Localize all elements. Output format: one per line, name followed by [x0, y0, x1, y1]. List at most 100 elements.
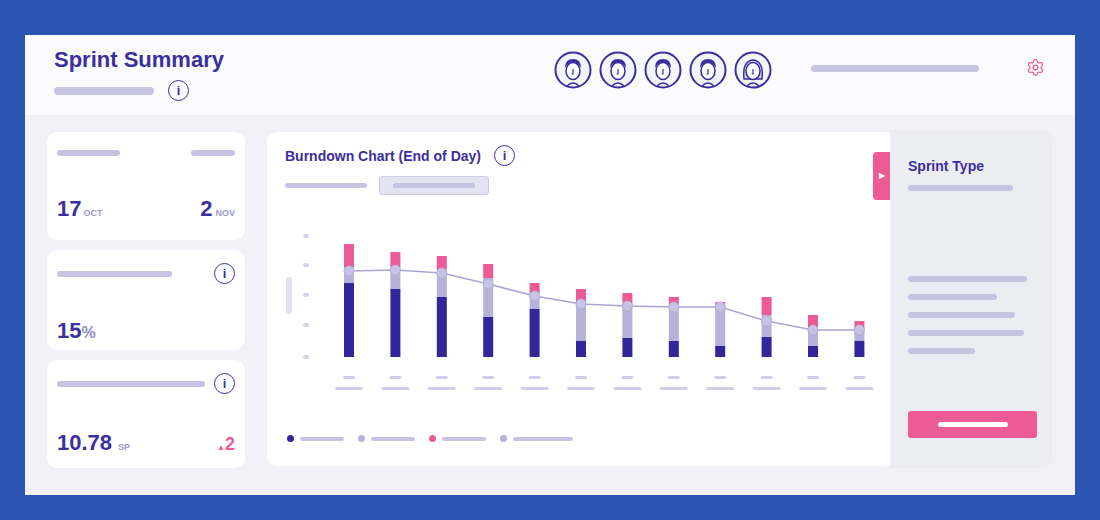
x-tick — [668, 376, 680, 379]
panel-toggle[interactable]: ▶ — [873, 152, 890, 200]
bar-segment[interactable] — [390, 289, 400, 357]
bar-segment[interactable] — [715, 346, 725, 357]
bar-stack[interactable] — [521, 283, 549, 390]
placeholder-bar — [908, 185, 1013, 191]
x-tick — [521, 387, 549, 390]
x-tick — [799, 387, 827, 390]
x-tick — [436, 376, 448, 379]
bar-stack[interactable] — [753, 297, 781, 390]
line-point[interactable] — [344, 266, 354, 276]
end-day: 2 — [200, 192, 212, 225]
side-panel: ▶Sprint Type — [890, 130, 1052, 468]
start-day: 17 — [57, 192, 81, 225]
line-point[interactable] — [715, 302, 725, 312]
page-title: Sprint Summary — [54, 46, 554, 74]
chart-legend — [285, 435, 890, 442]
legend-item[interactable] — [358, 435, 415, 442]
bar-stack[interactable] — [845, 321, 873, 390]
bar-stack[interactable] — [335, 244, 363, 390]
dashboard: Sprint Summaryi17OCT2NOVi15%i10.78SP▲2Bu… — [25, 35, 1075, 495]
line-point[interactable] — [390, 265, 400, 275]
bar-segment[interactable] — [483, 278, 493, 317]
bar-segment[interactable] — [854, 341, 864, 357]
gear-icon[interactable] — [1026, 58, 1045, 77]
info-icon[interactable]: i — [214, 263, 235, 284]
info-icon[interactable]: i — [168, 80, 189, 101]
bar-stack[interactable] — [474, 264, 502, 390]
x-tick — [621, 376, 633, 379]
line-point[interactable] — [530, 291, 540, 301]
y-axis-label — [286, 277, 292, 314]
bar-segment[interactable] — [622, 338, 632, 357]
line-point[interactable] — [483, 279, 493, 289]
side-panel-title: Sprint Type — [908, 157, 1052, 175]
legend-item[interactable] — [429, 435, 486, 442]
line-point[interactable] — [854, 325, 864, 335]
avatar-icon[interactable] — [554, 51, 592, 89]
bar-segment[interactable] — [762, 315, 772, 337]
bar-segment[interactable] — [530, 309, 540, 357]
y-tick — [303, 355, 309, 359]
y-tick — [303, 234, 309, 238]
bar-segment[interactable] — [437, 297, 447, 357]
x-tick — [482, 376, 494, 379]
bar-stack[interactable] — [706, 302, 734, 390]
bar-segment[interactable] — [344, 283, 354, 357]
legend-label — [513, 437, 573, 441]
bar-segment[interactable] — [762, 297, 772, 315]
chart-tab[interactable] — [379, 176, 489, 195]
chart-card: Burndown Chart (End of Day)i — [267, 132, 890, 466]
bar-segment[interactable] — [762, 337, 772, 357]
avatar-icon[interactable] — [734, 51, 772, 89]
x-tick — [761, 376, 773, 379]
x-tick — [845, 387, 873, 390]
bar-segment[interactable] — [344, 267, 354, 283]
placeholder-bar — [908, 330, 1024, 336]
bar-stack[interactable] — [660, 297, 688, 390]
chart-tab[interactable] — [285, 176, 367, 195]
bar-segment[interactable] — [669, 341, 679, 357]
side-panel-button[interactable] — [908, 411, 1037, 438]
x-tick — [575, 376, 587, 379]
line-point[interactable] — [808, 325, 818, 335]
bar-stack[interactable] — [381, 252, 409, 390]
avatar-icon[interactable] — [599, 51, 637, 89]
legend-item[interactable] — [287, 435, 344, 442]
bar-stack[interactable] — [613, 293, 641, 390]
placeholder-bar — [908, 294, 997, 300]
bar-segment[interactable] — [344, 244, 354, 267]
bar-stack[interactable] — [428, 256, 456, 390]
bar-stack[interactable] — [799, 315, 827, 390]
placeholder-bar — [191, 150, 235, 156]
bar-segment[interactable] — [715, 309, 725, 346]
line-point[interactable] — [576, 299, 586, 309]
legend-item[interactable] — [500, 435, 573, 442]
legend-label — [300, 437, 344, 441]
header: Sprint Summary i — [25, 35, 1075, 115]
info-icon[interactable]: i — [214, 373, 235, 394]
dates-card: 17OCT2NOV — [47, 132, 245, 240]
line-point[interactable] — [437, 268, 447, 278]
body: 17OCT2NOVi15%i10.78SP▲2Burndown Chart (E… — [25, 115, 1075, 468]
x-tick — [389, 376, 401, 379]
info-icon[interactable]: i — [494, 145, 515, 166]
avatar-icon[interactable] — [689, 51, 727, 89]
bar-segment[interactable] — [483, 264, 493, 278]
line-point[interactable] — [669, 302, 679, 312]
x-tick — [613, 387, 641, 390]
x-tick — [343, 376, 355, 379]
bar-segment[interactable] — [808, 346, 818, 357]
placeholder-bar — [57, 381, 205, 387]
title-underline — [54, 87, 154, 95]
velocity-unit: SP — [118, 441, 130, 455]
line-point[interactable] — [762, 316, 772, 326]
placeholder-bar — [285, 183, 367, 188]
avatar-icon[interactable] — [644, 51, 682, 89]
placeholder-bar — [393, 183, 475, 188]
y-tick — [303, 323, 309, 327]
placeholder-bar — [57, 271, 172, 277]
line-point[interactable] — [622, 301, 632, 311]
legend-label — [371, 437, 415, 441]
bar-segment[interactable] — [576, 341, 586, 357]
bar-segment[interactable] — [483, 317, 493, 357]
